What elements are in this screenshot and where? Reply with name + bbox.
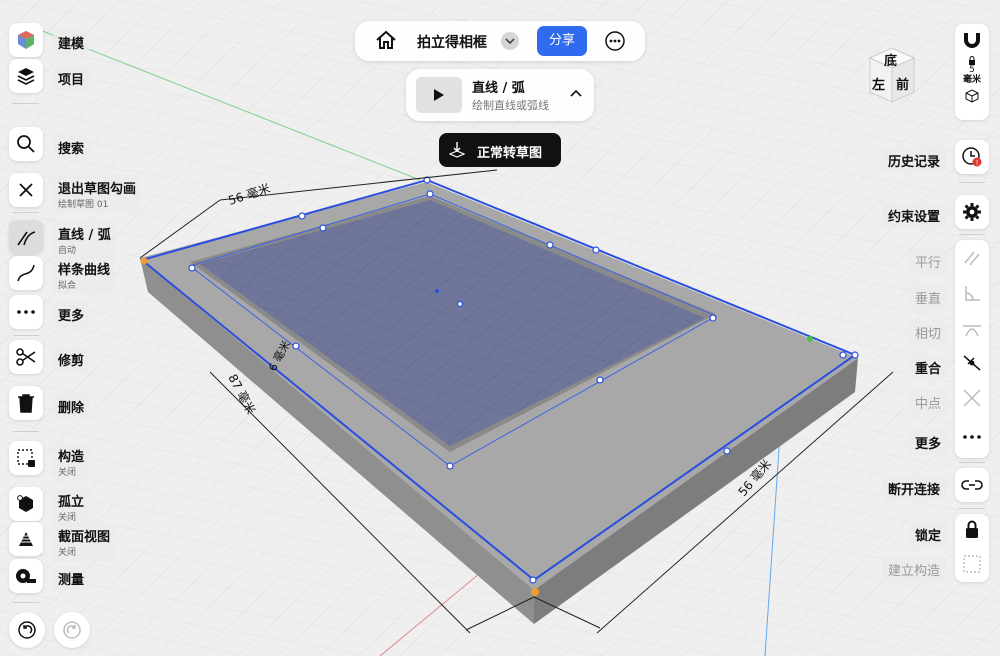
svg-text:!: !: [976, 159, 979, 167]
left-separator: [13, 212, 39, 213]
construct-icon[interactable]: [9, 441, 43, 475]
view-cube-top-face[interactable]: 底: [884, 50, 897, 69]
line-arc-icon[interactable]: [9, 220, 43, 254]
history-icon[interactable]: !: [955, 140, 989, 174]
undo-icon[interactable]: [9, 612, 45, 648]
line-arc-label[interactable]: 直线 / 弧自动: [53, 221, 116, 259]
right-separator: [959, 182, 985, 183]
isolate-icon[interactable]: [9, 487, 43, 521]
tape-measure-icon[interactable]: [9, 559, 43, 593]
more-options-icon[interactable]: [605, 31, 625, 51]
mode-banner-label: 正常转草图: [477, 146, 543, 161]
chevron-up-icon[interactable]: [570, 89, 582, 97]
model-label[interactable]: 建模: [53, 30, 90, 55]
view-cube-right-face[interactable]: 前: [896, 74, 909, 93]
magnet-icon[interactable]: [962, 30, 982, 50]
constraint-settings-label[interactable]: 约束设置: [882, 203, 947, 228]
parallel-label[interactable]: 平行: [909, 249, 948, 274]
parallel-icon[interactable]: [962, 248, 982, 268]
spline-label[interactable]: 样条曲线 拟合: [53, 256, 116, 294]
sketch-plane-icon: [449, 141, 465, 159]
document-title[interactable]: 拍立得相框: [417, 32, 487, 52]
lock-small-icon: [968, 56, 976, 65]
home-icon[interactable]: [375, 30, 397, 50]
right-separator: [959, 234, 985, 235]
axis-cube-icon[interactable]: [965, 89, 979, 103]
constraint-panel: [955, 240, 989, 458]
exit-sketch-label[interactable]: 退出草图勾画 绘制草图 01: [53, 175, 142, 213]
spline-icon[interactable]: [9, 256, 43, 290]
play-icon[interactable]: [416, 77, 462, 113]
left-separator: [13, 602, 39, 603]
search-icon[interactable]: [9, 127, 43, 161]
trim-label[interactable]: 修剪: [53, 347, 90, 372]
snap-value: 5: [969, 65, 975, 75]
construct-label[interactable]: 构造 关闭: [53, 443, 90, 481]
lock-label[interactable]: 锁定: [909, 522, 948, 547]
build-construct-label[interactable]: 建立构造: [882, 557, 947, 582]
break-link-icon[interactable]: [955, 468, 989, 502]
construct-dashed-icon[interactable]: [962, 554, 982, 574]
view-cube[interactable]: 底 左 前: [866, 44, 918, 106]
share-button[interactable]: 分享: [537, 26, 587, 56]
gear-icon[interactable]: [955, 195, 989, 229]
tool-title: 直线 / 弧: [472, 81, 525, 96]
lock-icon[interactable]: [964, 519, 980, 539]
model-cube-icon[interactable]: [9, 23, 43, 57]
measure-label[interactable]: 测量: [53, 566, 90, 591]
right-separator: [959, 462, 985, 463]
isolate-label[interactable]: 孤立 关闭: [53, 488, 90, 526]
view-cube-left-face[interactable]: 左: [872, 74, 885, 93]
tangent-label[interactable]: 相切: [909, 320, 948, 345]
more-icon[interactable]: [962, 434, 982, 440]
perpendicular-label[interactable]: 垂直: [909, 285, 948, 310]
tangent-icon[interactable]: [962, 318, 982, 338]
right-separator: [959, 508, 985, 509]
trash-icon[interactable]: [9, 386, 43, 420]
chevron-down-icon[interactable]: [501, 32, 519, 50]
midpoint-label[interactable]: 中点: [909, 390, 948, 415]
layers-icon[interactable]: [9, 59, 43, 93]
break-link-label[interactable]: 断开连接: [882, 476, 947, 501]
history-label[interactable]: 历史记录: [882, 148, 947, 173]
redo-icon[interactable]: [54, 612, 90, 648]
more-right-label[interactable]: 更多: [909, 430, 948, 455]
perpendicular-icon[interactable]: [962, 283, 982, 303]
left-separator: [13, 103, 39, 104]
coincident-label[interactable]: 重合: [909, 355, 948, 380]
snap-unit: 毫米: [962, 75, 981, 85]
mode-banner[interactable]: 正常转草图: [439, 133, 561, 167]
more-label[interactable]: 更多: [53, 302, 90, 327]
project-label[interactable]: 项目: [53, 66, 90, 91]
section-view-label[interactable]: 截面视图 关闭: [53, 523, 116, 561]
more-icon[interactable]: [9, 295, 43, 329]
section-view-icon[interactable]: [9, 522, 43, 556]
scissors-icon[interactable]: [9, 340, 43, 374]
close-icon[interactable]: [9, 173, 43, 207]
left-separator: [13, 335, 39, 336]
tool-subtitle: 绘制直线或弧线: [472, 99, 549, 112]
snap-panel[interactable]: 5 毫米: [955, 24, 989, 120]
search-label[interactable]: 搜索: [53, 135, 90, 160]
delete-label[interactable]: 删除: [53, 394, 90, 419]
midpoint-icon[interactable]: [962, 388, 982, 408]
top-bar: 拍立得相框 分享: [355, 21, 645, 61]
coincident-icon[interactable]: [962, 353, 982, 373]
tool-card[interactable]: 直线 / 弧 绘制直线或弧线: [406, 69, 594, 121]
left-separator: [13, 431, 39, 432]
